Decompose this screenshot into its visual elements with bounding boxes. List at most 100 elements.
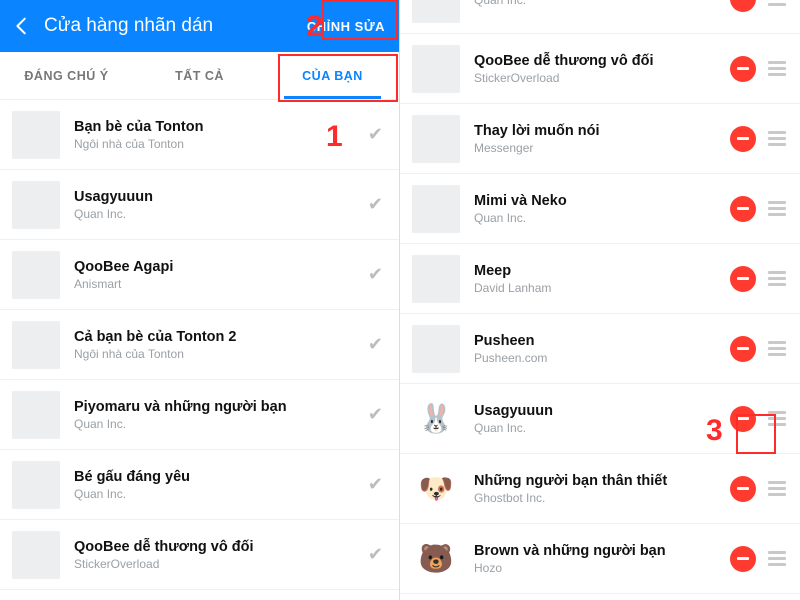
minus-icon: [737, 67, 749, 70]
checkmark-icon: ✔: [364, 544, 387, 565]
tab-bar: ĐÁNG CHÚ Ý TẤT CẢ CỦA BẠN: [0, 52, 399, 100]
list-item-subtitle: Quan Inc.: [74, 487, 364, 501]
list-item[interactable]: Usagyuuun Quan Inc. ✔: [0, 170, 399, 240]
list-item-subtitle: StickerOverload: [74, 557, 364, 571]
list-item-subtitle: Quan Inc.: [74, 417, 364, 431]
list-item-subtitle: Quan Inc.: [474, 211, 730, 225]
drag-handle-icon[interactable]: [766, 267, 788, 290]
list-item-meta: Mimi và Neko Quan Inc.: [474, 193, 730, 225]
list-item-title: Bạn bè của Tonton: [74, 119, 364, 135]
tab-yours[interactable]: CỦA BẠN: [266, 52, 399, 99]
list-item-meta: Piyomaru và những người bạn Quan Inc.: [74, 399, 364, 431]
list-item-meta: Thay lời muốn nói Messenger: [474, 123, 730, 155]
sticker-thumb: 🐶: [412, 465, 460, 513]
sticker-thumb: [12, 181, 60, 229]
remove-button[interactable]: [730, 0, 756, 12]
list-item-meta: QooBee dễ thương vô đối StickerOverload: [74, 539, 364, 571]
list-item-meta: Pusheen Pusheen.com: [474, 333, 730, 365]
remove-button[interactable]: [730, 56, 756, 82]
list-item-title: QooBee dễ thương vô đối: [74, 539, 364, 555]
remove-button[interactable]: [730, 266, 756, 292]
list-item-subtitle: Messenger: [474, 141, 730, 155]
minus-icon: [737, 207, 749, 210]
list-item-title: Meep: [474, 263, 730, 279]
list-item-meta: Bạn bè của Tonton Ngôi nhà của Tonton: [74, 119, 364, 151]
checkmark-icon: ✔: [364, 264, 387, 285]
list-item[interactable]: QooBee dễ thương vô đối StickerOverload: [400, 34, 800, 104]
remove-button[interactable]: [730, 546, 756, 572]
list-item[interactable]: Bé gấu đáng yêu Quan Inc. ✔: [0, 450, 399, 520]
list-item-title: Pusheen: [474, 333, 730, 349]
list-item[interactable]: Meep David Lanham: [400, 244, 800, 314]
minus-icon: [737, 277, 749, 280]
checkmark-icon: ✔: [364, 334, 387, 355]
list-item-title: Piyomaru và những người bạn: [74, 399, 364, 415]
minus-icon: [737, 417, 749, 420]
sticker-thumb: [412, 255, 460, 303]
list-item[interactable]: 🐶 Những người bạn thân thiết Ghostbot In…: [400, 454, 800, 524]
list-item-title: Những người bạn thân thiết: [474, 473, 730, 489]
list-item-meta: Usagyuuun Quan Inc.: [474, 403, 730, 435]
list-item[interactable]: 🐰 Usagyuuun Quan Inc.: [400, 384, 800, 454]
list-item[interactable]: Mimi và Neko Quan Inc.: [400, 174, 800, 244]
sticker-thumb: [412, 0, 460, 23]
tab-notable[interactable]: ĐÁNG CHÚ Ý: [0, 52, 133, 99]
list-item-subtitle: Quan Inc.: [74, 207, 364, 221]
list-item[interactable]: 🐻 Brown và những người bạn Hozo: [400, 524, 800, 594]
list-item-subtitle: Quan Inc.: [474, 0, 730, 7]
list-item-subtitle: Pusheen.com: [474, 351, 730, 365]
sticker-thumb: 🐰: [412, 395, 460, 443]
list-item-subtitle: Ngôi nhà của Tonton: [74, 347, 364, 361]
edit-button[interactable]: CHỈNH SỬA: [301, 13, 391, 40]
list-item-title: Bé gấu đáng yêu: [74, 469, 364, 485]
sticker-list-right: Quan Inc. QooBee dễ thương vô đối Sticke…: [400, 0, 800, 594]
list-item-subtitle: StickerOverload: [474, 71, 730, 85]
list-item-subtitle: David Lanham: [474, 281, 730, 295]
checkmark-icon: ✔: [364, 474, 387, 495]
checkmark-icon: ✔: [364, 124, 387, 145]
list-item[interactable]: QooBee dễ thương vô đối StickerOverload …: [0, 520, 399, 590]
list-item[interactable]: Piyomaru và những người bạn Quan Inc. ✔: [0, 380, 399, 450]
list-item[interactable]: Cả bạn bè của Tonton 2 Ngôi nhà của Tont…: [0, 310, 399, 380]
sticker-list-left: Bạn bè của Tonton Ngôi nhà của Tonton ✔ …: [0, 100, 399, 590]
list-item[interactable]: Pusheen Pusheen.com: [400, 314, 800, 384]
drag-handle-icon[interactable]: [766, 337, 788, 360]
list-item-meta: QooBee dễ thương vô đối StickerOverload: [474, 53, 730, 85]
list-item-meta: Những người bạn thân thiết Ghostbot Inc.: [474, 473, 730, 505]
sticker-thumb: [12, 251, 60, 299]
drag-handle-icon[interactable]: [766, 407, 788, 430]
back-arrow-icon[interactable]: [8, 12, 36, 40]
drag-handle-icon[interactable]: [766, 547, 788, 570]
sticker-thumb: [412, 45, 460, 93]
remove-button[interactable]: [730, 196, 756, 222]
list-item[interactable]: Bạn bè của Tonton Ngôi nhà của Tonton ✔: [0, 100, 399, 170]
list-item[interactable]: Thay lời muốn nói Messenger: [400, 104, 800, 174]
remove-button[interactable]: [730, 476, 756, 502]
sticker-thumb: [412, 185, 460, 233]
list-item-title: Cả bạn bè của Tonton 2: [74, 329, 364, 345]
drag-handle-icon[interactable]: [766, 0, 788, 10]
list-item[interactable]: Quan Inc.: [400, 0, 800, 34]
drag-handle-icon[interactable]: [766, 197, 788, 220]
list-item-subtitle: Anismart: [74, 277, 364, 291]
page-title: Cửa hàng nhãn dán: [44, 15, 301, 37]
list-item[interactable]: QooBee Agapi Anismart ✔: [0, 240, 399, 310]
drag-handle-icon[interactable]: [766, 477, 788, 500]
list-item-meta: Quan Inc.: [474, 0, 730, 7]
appbar: Cửa hàng nhãn dán CHỈNH SỬA: [0, 0, 399, 52]
list-item-title: QooBee dễ thương vô đối: [474, 53, 730, 69]
minus-icon: [737, 487, 749, 490]
sticker-thumb: [12, 321, 60, 369]
drag-handle-icon[interactable]: [766, 127, 788, 150]
tab-all[interactable]: TẤT CẢ: [133, 52, 266, 99]
sticker-thumb: 🐻: [412, 535, 460, 583]
list-item-title: Brown và những người bạn: [474, 543, 730, 559]
sticker-store-pane: Cửa hàng nhãn dán CHỈNH SỬA ĐÁNG CHÚ Ý T…: [0, 0, 400, 600]
remove-button[interactable]: [730, 126, 756, 152]
remove-button[interactable]: [730, 406, 756, 432]
list-item-meta: Meep David Lanham: [474, 263, 730, 295]
remove-button[interactable]: [730, 336, 756, 362]
list-item-subtitle: Quan Inc.: [474, 421, 730, 435]
drag-handle-icon[interactable]: [766, 57, 788, 80]
list-item-title: Mimi và Neko: [474, 193, 730, 209]
